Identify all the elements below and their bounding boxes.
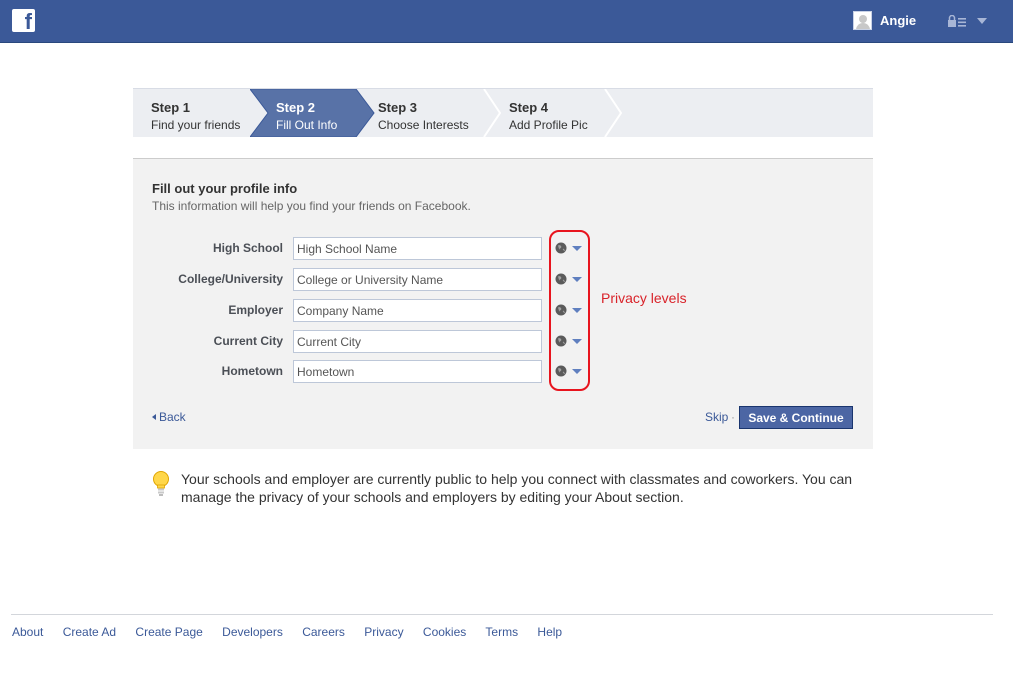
save-continue-button[interactable]: Save & Continue — [739, 406, 853, 429]
back-arrow-icon — [152, 414, 156, 420]
privacy-levels-annotation: Privacy levels — [601, 290, 687, 306]
field-label: Hometown — [221, 364, 283, 378]
field-row-high-school: High School — [133, 237, 873, 261]
footer-link-create-ad[interactable]: Create Ad — [63, 625, 116, 639]
step-label: Find your friends — [151, 118, 241, 132]
field-row-current-city: Current City — [133, 330, 873, 354]
username[interactable]: Angie — [880, 13, 916, 28]
footer-link-terms[interactable]: Terms — [485, 625, 518, 639]
back-label: Back — [159, 410, 186, 424]
back-link[interactable]: Back — [152, 410, 186, 424]
footer-link-privacy[interactable]: Privacy — [364, 625, 403, 639]
college-input[interactable] — [293, 268, 542, 291]
footer-divider — [11, 614, 993, 615]
profile-info-panel: Fill out your profile info This informat… — [133, 158, 873, 449]
footer-link-about[interactable]: About — [12, 625, 43, 639]
high-school-input[interactable] — [293, 237, 542, 260]
privacy-highlight-outline — [549, 230, 590, 391]
field-row-hometown: Hometown — [133, 360, 873, 384]
panel-title: Fill out your profile info — [152, 181, 298, 196]
field-label: Employer — [228, 303, 283, 317]
panel-subtitle: This information will help you find your… — [152, 199, 471, 213]
footer-link-help[interactable]: Help — [537, 625, 562, 639]
top-bar: f Angie — [0, 0, 1013, 43]
employer-input[interactable] — [293, 299, 542, 322]
account-menu-caret-icon[interactable] — [977, 18, 987, 24]
lightbulb-icon — [153, 471, 169, 496]
separator-dot: · — [731, 410, 735, 424]
privacy-tip-text: Your schools and employer are currently … — [181, 471, 853, 505]
avatar[interactable] — [853, 11, 872, 30]
step-number: Step 3 — [378, 100, 418, 115]
hometown-input[interactable] — [293, 360, 542, 383]
current-city-input[interactable] — [293, 330, 542, 353]
step-3[interactable]: Step 3 Choose Interests — [360, 89, 485, 137]
footer-links: About Create Ad Create Page Developers C… — [12, 625, 578, 639]
field-row-employer: Employer — [133, 299, 873, 323]
steps-bar: Step 1 Find your friends Step 2 Fill Out… — [133, 88, 873, 137]
step-label: Fill Out Info — [276, 118, 338, 132]
step-4[interactable]: Step 4 Add Profile Pic — [491, 89, 616, 137]
step-label: Choose Interests — [378, 118, 469, 132]
field-row-college: College/University — [133, 268, 873, 292]
avatar-body — [856, 23, 870, 29]
footer-link-developers[interactable]: Developers — [222, 625, 283, 639]
step-1[interactable]: Step 1 Find your friends — [133, 89, 251, 137]
step-2[interactable]: Step 2 Fill Out Info — [250, 89, 368, 137]
skip-link[interactable]: Skip — [705, 410, 728, 424]
step-number: Step 4 — [509, 100, 549, 115]
field-label: High School — [213, 241, 283, 255]
footer-link-create-page[interactable]: Create Page — [135, 625, 202, 639]
footer-link-careers[interactable]: Careers — [302, 625, 345, 639]
footer-link-cookies[interactable]: Cookies — [423, 625, 466, 639]
step-number: Step 1 — [151, 100, 191, 115]
step-number: Step 2 — [276, 100, 316, 115]
field-label: Current City — [213, 334, 283, 348]
logo-letter: f — [24, 9, 32, 34]
field-label: College/University — [178, 272, 283, 286]
step-label: Add Profile Pic — [509, 118, 588, 132]
facebook-logo-icon[interactable]: f — [12, 9, 35, 34]
avatar-head — [859, 15, 867, 23]
privacy-shortcuts-lock-icon[interactable] — [948, 15, 966, 27]
